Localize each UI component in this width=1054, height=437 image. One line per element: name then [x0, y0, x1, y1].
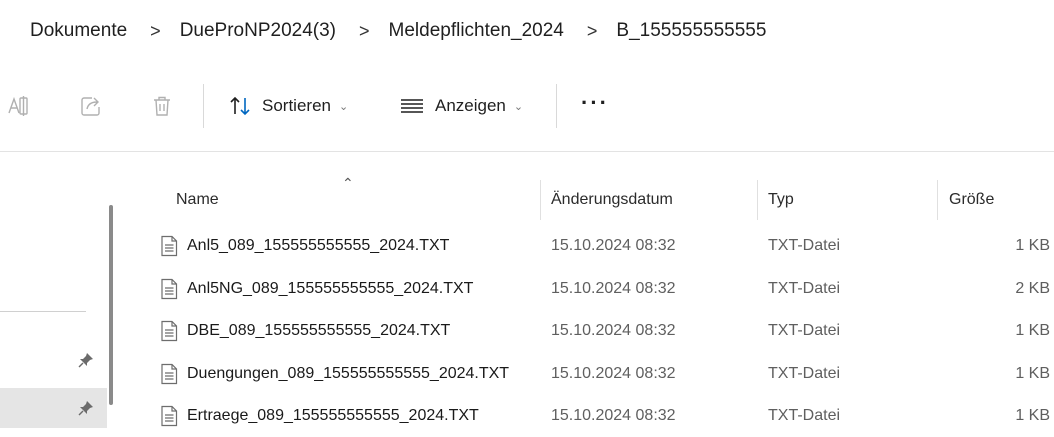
rename-icon[interactable] — [6, 94, 30, 118]
text-file-icon — [160, 320, 178, 342]
file-type: TXT-Datei — [768, 365, 841, 382]
table-row[interactable]: Ertraege_089_155555555555_2024.TXT 15.10… — [125, 396, 1054, 437]
file-type: TXT-Datei — [768, 407, 841, 424]
table-row[interactable]: DBE_089_155555555555_2024.TXT 15.10.2024… — [125, 311, 1054, 352]
breadcrumb-item-dueprornp2024[interactable]: DueProNP2024(3) — [180, 20, 336, 42]
pin-icon[interactable] — [78, 352, 94, 368]
nav-scrollbar[interactable] — [109, 205, 113, 405]
file-type: TXT-Datei — [768, 280, 841, 297]
column-divider[interactable] — [937, 180, 938, 220]
file-size: 1 KB — [1015, 365, 1050, 382]
sort-label: Sortieren — [262, 96, 331, 115]
nav-divider — [0, 311, 86, 312]
command-bar: Sortieren ⌄ Anzeigen ⌄ ··· — [0, 62, 1054, 152]
column-header-size[interactable]: Größe — [949, 191, 994, 209]
view-icon — [399, 95, 425, 117]
view-button[interactable]: Anzeigen ⌄ — [399, 90, 523, 122]
file-name: Duengungen_089_155555555555_2024.TXT — [187, 365, 510, 382]
column-header-name[interactable]: Name — [176, 191, 219, 209]
breadcrumb-item-dokumente[interactable]: Dokumente — [30, 20, 127, 42]
delete-icon[interactable] — [150, 94, 174, 118]
text-file-icon — [160, 405, 178, 427]
view-label: Anzeigen — [435, 96, 506, 115]
breadcrumb-separator[interactable]: > — [150, 21, 161, 42]
toolbar-divider — [203, 84, 204, 128]
sort-ascending-icon: ⌃ — [342, 175, 354, 191]
column-divider[interactable] — [757, 180, 758, 220]
file-size: 1 KB — [1015, 322, 1050, 339]
table-row[interactable]: Duengungen_089_155555555555_2024.TXT 15.… — [125, 354, 1054, 395]
share-icon[interactable] — [79, 94, 103, 118]
chevron-down-icon: ⌄ — [513, 100, 524, 113]
breadcrumb-item-current-folder[interactable]: B_155555555555 — [616, 20, 766, 42]
file-type: TXT-Datei — [768, 237, 841, 254]
column-header-date[interactable]: Änderungsdatum — [551, 191, 673, 209]
file-list: ⌃ Name Änderungsdatum Typ Größe Anl5_089… — [125, 175, 1054, 437]
toolbar-bottom-divider — [0, 151, 1054, 152]
chevron-down-icon: ⌄ — [338, 100, 349, 113]
file-date: 15.10.2024 08:32 — [551, 280, 676, 297]
text-file-icon — [160, 363, 178, 385]
pin-icon[interactable] — [78, 400, 94, 416]
toolbar-divider — [556, 84, 557, 128]
navigation-pane — [0, 180, 125, 437]
breadcrumb: Dokumente > DueProNP2024(3) > Meldepflic… — [0, 0, 1054, 62]
table-row[interactable]: Anl5_089_155555555555_2024.TXT 15.10.202… — [125, 226, 1054, 267]
text-file-icon — [160, 278, 178, 300]
breadcrumb-separator[interactable]: > — [359, 21, 370, 42]
file-name: Anl5_089_155555555555_2024.TXT — [187, 237, 450, 254]
file-size: 1 KB — [1015, 407, 1050, 424]
more-options-button[interactable]: ··· — [581, 90, 609, 116]
table-row[interactable]: Anl5NG_089_155555555555_2024.TXT 15.10.2… — [125, 269, 1054, 310]
file-date: 15.10.2024 08:32 — [551, 407, 676, 424]
column-header-type[interactable]: Typ — [768, 191, 794, 209]
breadcrumb-item-meldepflichten[interactable]: Meldepflichten_2024 — [389, 20, 564, 42]
column-divider[interactable] — [540, 180, 541, 220]
file-date: 15.10.2024 08:32 — [551, 237, 676, 254]
file-size: 1 KB — [1015, 237, 1050, 254]
file-name: Anl5NG_089_155555555555_2024.TXT — [187, 280, 474, 297]
breadcrumb-separator[interactable]: > — [587, 21, 598, 42]
file-date: 15.10.2024 08:32 — [551, 322, 676, 339]
file-date: 15.10.2024 08:32 — [551, 365, 676, 382]
file-name: DBE_089_155555555555_2024.TXT — [187, 322, 451, 339]
sort-icon — [228, 95, 252, 117]
file-size: 2 KB — [1015, 280, 1050, 297]
file-type: TXT-Datei — [768, 322, 841, 339]
sort-button[interactable]: Sortieren ⌄ — [228, 90, 348, 122]
file-name: Ertraege_089_155555555555_2024.TXT — [187, 407, 479, 424]
text-file-icon — [160, 235, 178, 257]
